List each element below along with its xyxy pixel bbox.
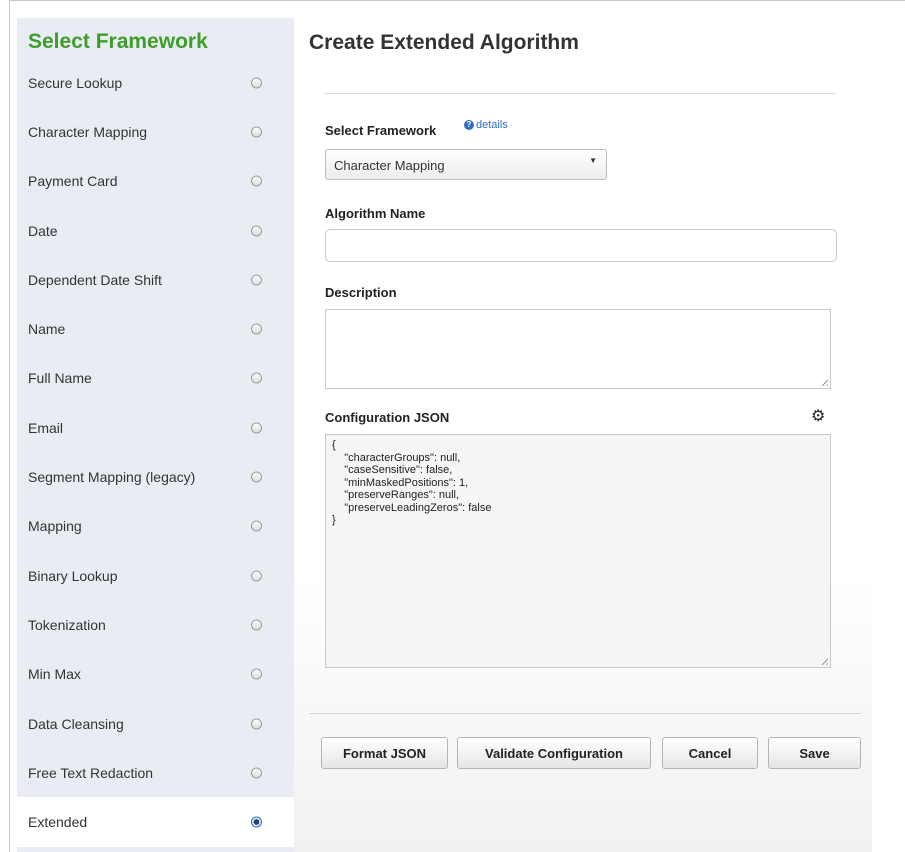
- sidebar-item-payment-card[interactable]: Payment Card: [17, 157, 294, 206]
- sidebar-item-label: Free Text Redaction: [28, 764, 154, 781]
- radio-button[interactable]: [251, 668, 262, 680]
- sidebar-item-label: Payment Card: [28, 173, 118, 190]
- chevron-down-icon: ▼: [589, 156, 597, 165]
- sidebar-item-mapping[interactable]: Mapping: [17, 502, 294, 551]
- radio-button[interactable]: [251, 471, 262, 483]
- sidebar-item-label: Secure Lookup: [28, 74, 123, 91]
- config-json-textarea[interactable]: { "characterGroups": null, "caseSensitiv…: [325, 434, 831, 668]
- radio-button[interactable]: [251, 372, 262, 384]
- gear-icon[interactable]: ⚙: [811, 406, 825, 426]
- sidebar-item-label: Tokenization: [28, 616, 106, 633]
- help-icon: ?: [464, 120, 474, 130]
- sidebar-item-label: Segment Mapping (legacy): [28, 469, 196, 486]
- radio-button[interactable]: [251, 175, 262, 187]
- framework-select-value: Character Mapping: [334, 158, 445, 173]
- sidebar-item-label: Mapping: [28, 518, 82, 535]
- radio-button[interactable]: [251, 520, 262, 532]
- resize-grip-icon[interactable]: [819, 656, 828, 665]
- sidebar-item-label: Character Mapping: [28, 123, 148, 140]
- radio-button[interactable]: [251, 767, 262, 779]
- sidebar-item-free-text-redaction[interactable]: Free Text Redaction: [17, 748, 294, 797]
- sidebar-item-tokenization[interactable]: Tokenization: [17, 600, 294, 649]
- sidebar-title: Select Framework: [28, 30, 208, 53]
- resize-grip-icon[interactable]: [819, 377, 828, 386]
- sidebar-item-data-cleansing[interactable]: Data Cleansing: [17, 699, 294, 748]
- save-button[interactable]: Save: [768, 737, 861, 769]
- sidebar-item-label: Date: [28, 222, 58, 239]
- sidebar-item-label: Min Max: [28, 666, 81, 683]
- main-panel: Create Extended Algorithm Select Framewo…: [294, 18, 872, 852]
- description-textarea[interactable]: [325, 309, 831, 389]
- sidebar-item-label: Name: [28, 321, 66, 338]
- framework-list: Secure Lookup Character Mapping Payment Ca…: [17, 58, 294, 847]
- validate-configuration-button[interactable]: Validate Configuration: [457, 737, 651, 769]
- radio-button[interactable]: [251, 274, 262, 286]
- description-label: Description: [325, 285, 397, 300]
- radio-button[interactable]: [251, 619, 262, 631]
- algorithm-name-input[interactable]: [325, 229, 837, 262]
- algorithm-name-label: Algorithm Name: [325, 206, 426, 221]
- sidebar-item-label: Data Cleansing: [28, 715, 124, 732]
- format-json-button[interactable]: Format JSON: [321, 737, 448, 769]
- sidebar-item-binary-lookup[interactable]: Binary Lookup: [17, 551, 294, 600]
- divider: [309, 713, 861, 714]
- sidebar-item-label: Email: [28, 419, 64, 436]
- radio-button[interactable]: [251, 323, 262, 335]
- config-json-label: Configuration JSON: [325, 410, 450, 425]
- details-link-text: details: [476, 119, 508, 131]
- sidebar-item-full-name[interactable]: Full Name: [17, 354, 294, 403]
- details-link[interactable]: ? details: [464, 119, 508, 131]
- sidebar-item-extended[interactable]: Extended: [17, 797, 294, 847]
- radio-button[interactable]: [251, 816, 262, 828]
- sidebar-item-min-max[interactable]: Min Max: [17, 650, 294, 699]
- sidebar-item-label: Binary Lookup: [28, 567, 118, 584]
- radio-button[interactable]: [251, 225, 262, 237]
- config-json-text: { "characterGroups": null, "caseSensitiv…: [332, 439, 492, 526]
- divider: [324, 93, 836, 94]
- sidebar-item-label: Full Name: [28, 370, 92, 387]
- sidebar-item-label: Dependent Date Shift: [28, 271, 162, 288]
- sidebar-item-segment-mapping-legacy[interactable]: Segment Mapping (legacy): [17, 452, 294, 501]
- radio-button[interactable]: [251, 570, 262, 582]
- radio-button[interactable]: [251, 126, 262, 138]
- sidebar-item-character-mapping[interactable]: Character Mapping: [17, 107, 294, 156]
- framework-label: Select Framework: [325, 123, 437, 138]
- framework-sidebar: Select Framework Secure Lookup Character …: [17, 18, 294, 852]
- sidebar-item-date[interactable]: Date: [17, 206, 294, 255]
- radio-button[interactable]: [251, 422, 262, 434]
- framework-select[interactable]: Character Mapping ▼: [325, 149, 607, 180]
- sidebar-item-name[interactable]: Name: [17, 304, 294, 353]
- sidebar-item-dependent-date-shift[interactable]: Dependent Date Shift: [17, 255, 294, 304]
- sidebar-item-label: Extended: [28, 814, 88, 831]
- page-title: Create Extended Algorithm: [309, 31, 579, 54]
- sidebar-item-secure-lookup[interactable]: Secure Lookup: [17, 58, 294, 107]
- radio-button[interactable]: [251, 77, 262, 89]
- cancel-button[interactable]: Cancel: [662, 737, 758, 769]
- sidebar-item-email[interactable]: Email: [17, 403, 294, 452]
- radio-button[interactable]: [251, 718, 262, 729]
